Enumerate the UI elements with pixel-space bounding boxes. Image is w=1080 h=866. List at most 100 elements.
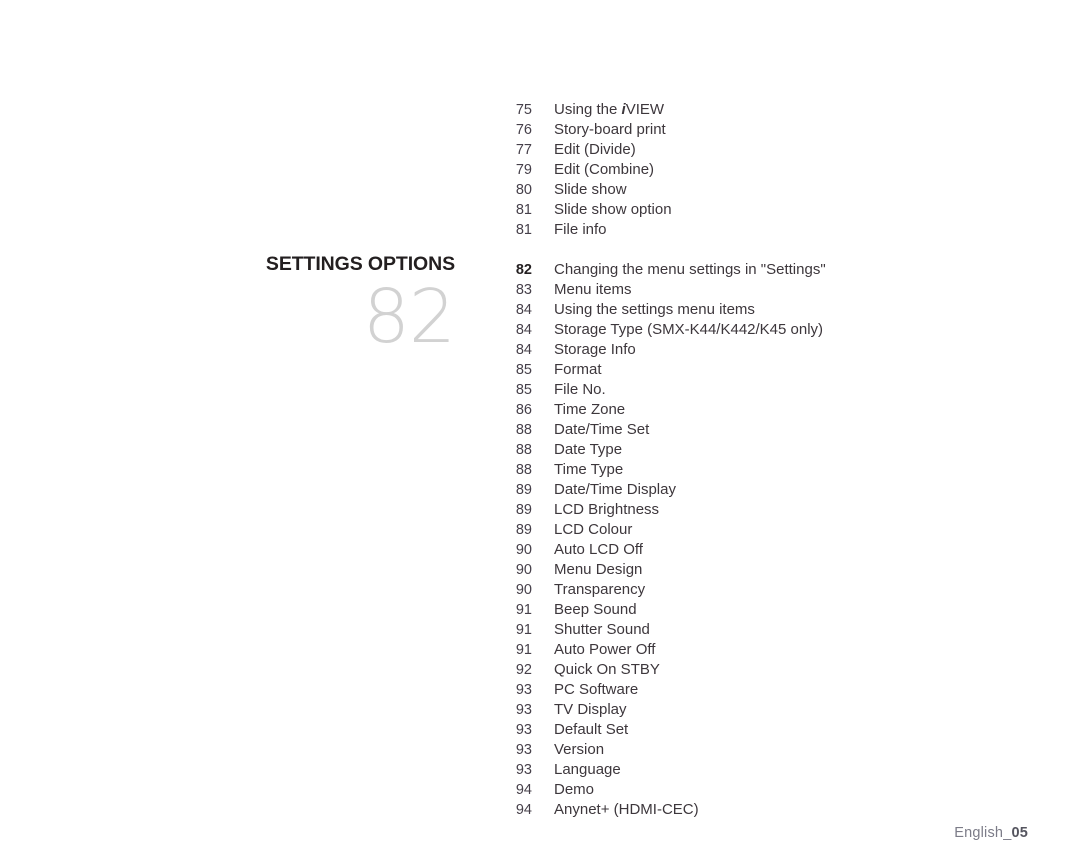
toc-entry-label: Changing the menu settings in "Settings"	[554, 261, 826, 278]
toc-entry-label: Storage Info	[554, 341, 636, 358]
document-page: SETTINGS OPTIONS 82 75 Using the iVIEW 76 S…	[0, 0, 1080, 866]
toc-page-number: 84	[515, 322, 532, 338]
toc-entry-label: Transparency	[554, 581, 646, 598]
toc-entry-label: Date Type	[554, 441, 623, 458]
toc-row[interactable]: 90 Auto LCD Off	[500, 540, 1060, 560]
toc-row[interactable]: 75 Using the iVIEW	[500, 100, 1060, 120]
toc-row[interactable]: 94 Anynet+ (HDMI-CEC)	[500, 800, 1060, 820]
toc-row[interactable]: 80 Slide show	[500, 180, 1060, 200]
toc-entry-label: Time Type	[554, 461, 624, 478]
toc-row[interactable]: 77 Edit (Divide)	[500, 140, 1060, 160]
toc-entry-label: Menu items	[554, 281, 632, 298]
toc-page-number: 94	[515, 802, 532, 818]
toc-page-number: 82	[515, 262, 532, 278]
toc-group: 82 Changing the menu settings in "Setting…	[500, 260, 1060, 820]
toc-entry-label: Anynet+ (HDMI-CEC)	[554, 801, 699, 818]
toc-row[interactable]: 91 Shutter Sound	[500, 620, 1060, 640]
page-footer: English_05	[954, 824, 1028, 842]
toc-row[interactable]: 89 LCD Colour	[500, 520, 1060, 540]
toc-row[interactable]: 84 Storage Type (SMX-K44/K442/K45 only)	[500, 320, 1060, 340]
toc-row[interactable]: 76 Story-board print	[500, 120, 1060, 140]
toc-row[interactable]: 84 Using the settings menu items	[500, 300, 1060, 320]
toc-page-number: 76	[515, 122, 532, 138]
toc-row[interactable]: 85 Format	[500, 360, 1060, 380]
toc-row[interactable]: 90 Menu Design	[500, 560, 1060, 580]
toc-page-number: 91	[515, 622, 532, 638]
toc-row[interactable]: 81 Slide show option	[500, 200, 1060, 220]
toc-row[interactable]: 94 Demo	[500, 780, 1060, 800]
toc-page-number: 84	[515, 302, 532, 318]
toc-row[interactable]: 81 File info	[500, 220, 1060, 240]
toc-entry-label: Auto LCD Off	[554, 541, 643, 558]
toc-page-number: 94	[515, 782, 532, 798]
toc-page-number: 92	[515, 662, 532, 678]
toc-row[interactable]: 93 PC Software	[500, 680, 1060, 700]
toc-entry-label: File info	[554, 221, 607, 238]
toc-page-number: 93	[515, 762, 532, 778]
toc-row[interactable]: 86 Time Zone	[500, 400, 1060, 420]
toc-row[interactable]: 79 Edit (Combine)	[500, 160, 1060, 180]
toc-entry-label: Using the settings menu items	[554, 301, 755, 318]
toc-entry-label: Demo	[554, 781, 595, 798]
toc-entry-label: File No.	[554, 381, 606, 398]
toc-page-number: 90	[515, 542, 532, 558]
footer-page-number: 05	[1011, 825, 1028, 841]
toc-row[interactable]: 91 Beep Sound	[500, 600, 1060, 620]
toc-page-number: 93	[515, 682, 532, 698]
toc-label-emphasis: i	[621, 101, 626, 118]
toc-entry-label: Story-board print	[554, 121, 666, 138]
toc-page-number: 89	[515, 482, 532, 498]
toc-entry-label: Language	[554, 761, 621, 778]
toc-entry-label: Version	[554, 741, 605, 758]
toc-page-number: 85	[515, 382, 532, 398]
toc-row[interactable]: 85 File No.	[500, 380, 1060, 400]
toc-row[interactable]: 93 Default Set	[500, 720, 1060, 740]
toc-entry-label: LCD Brightness	[554, 501, 660, 518]
toc-entry-label: Shutter Sound	[554, 621, 650, 638]
toc-row[interactable]: 93 Language	[500, 760, 1060, 780]
toc-entry-label: PC Software	[554, 681, 639, 698]
toc-page-number: 88	[515, 422, 532, 438]
toc-entry-label: Time Zone	[554, 401, 626, 418]
toc-page-number: 91	[515, 602, 532, 618]
toc-entry-label: Menu Design	[554, 561, 643, 578]
toc-row[interactable]: 90 Transparency	[500, 580, 1060, 600]
toc-row[interactable]: 88 Date Type	[500, 440, 1060, 460]
toc-page-number: 84	[515, 342, 532, 358]
toc-row[interactable]: 83 Menu items	[500, 280, 1060, 300]
toc-row[interactable]: 89 LCD Brightness	[500, 500, 1060, 520]
toc-row[interactable]: 88 Time Type	[500, 460, 1060, 480]
toc-row[interactable]: 88 Date/Time Set	[500, 420, 1060, 440]
toc-row[interactable]: 91 Auto Power Off	[500, 640, 1060, 660]
toc-entry-label: Beep Sound	[554, 601, 637, 618]
toc-entry-label: Slide show option	[554, 201, 672, 218]
toc-page-number: 88	[515, 442, 532, 458]
toc-row[interactable]: 93 TV Display	[500, 700, 1060, 720]
toc-row[interactable]: 84 Storage Info	[500, 340, 1060, 360]
toc-row[interactable]: 82 Changing the menu settings in "Setting…	[500, 260, 1060, 280]
toc-entry-label: Date/Time Display	[554, 481, 676, 498]
toc-row[interactable]: 89 Date/Time Display	[500, 480, 1060, 500]
toc-entry-label: Slide show	[554, 181, 627, 198]
table-of-contents: 75 Using the iVIEW 76 Story-board print 77 Ed…	[500, 100, 1060, 820]
footer-language-label: English_	[954, 825, 1012, 841]
section-watermark-number: 82	[362, 274, 456, 360]
toc-page-number: 85	[515, 362, 532, 378]
toc-entry-label: Format	[554, 361, 602, 378]
toc-entry-label: Storage Type (SMX-K44/K442/K45 only)	[554, 321, 824, 338]
toc-page-number: 93	[515, 722, 532, 738]
toc-row[interactable]: 93 Version	[500, 740, 1060, 760]
toc-page-number: 81	[515, 222, 532, 238]
toc-entry-label: Edit (Combine)	[554, 161, 655, 178]
toc-entry-label: LCD Colour	[554, 521, 633, 538]
toc-page-number: 90	[515, 562, 532, 578]
toc-page-number: 93	[515, 742, 532, 758]
toc-page-number: 77	[515, 142, 532, 158]
toc-entry-label: TV Display	[554, 701, 627, 718]
toc-page-number: 89	[515, 502, 532, 518]
toc-entry-label: Quick On STBY	[554, 661, 660, 678]
toc-entry-label: Default Set	[554, 721, 629, 738]
section-title: SETTINGS OPTIONS	[265, 253, 455, 275]
toc-page-number: 80	[515, 182, 532, 198]
toc-row[interactable]: 92 Quick On STBY	[500, 660, 1060, 680]
